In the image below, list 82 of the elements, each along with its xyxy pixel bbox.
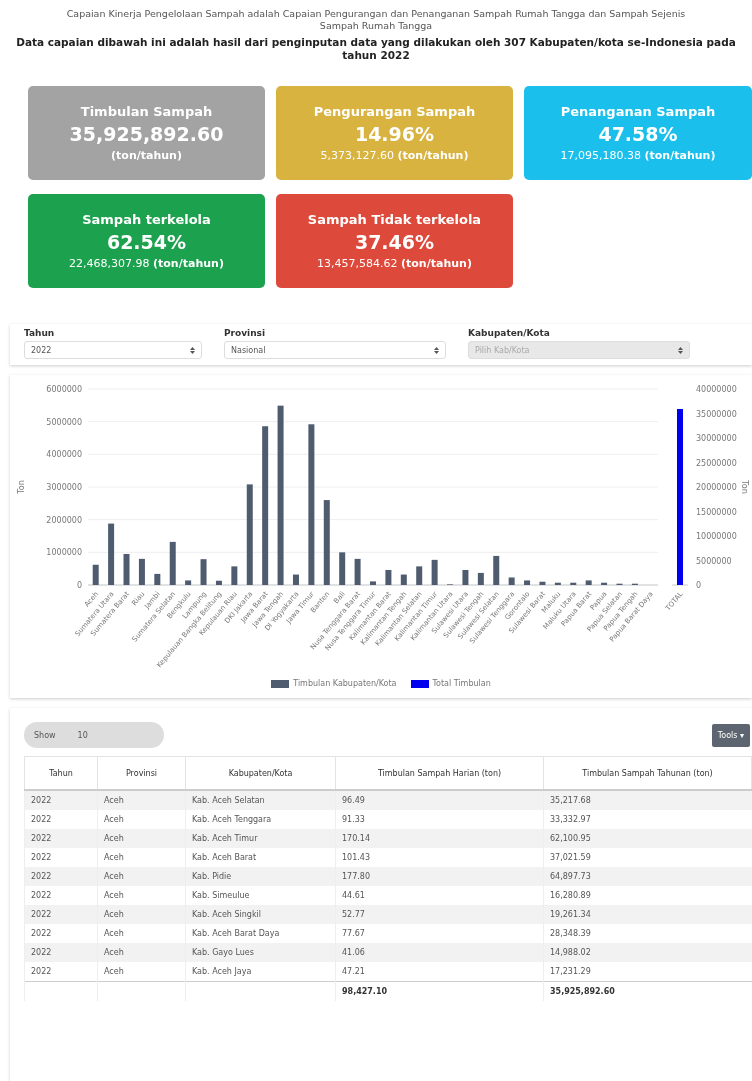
card-value: 62.54% <box>106 231 187 253</box>
bar <box>215 580 222 585</box>
total-cell: 98,427.10 <box>335 981 544 1001</box>
table-cell: 17,231.29 <box>543 962 752 982</box>
bar <box>370 581 376 585</box>
tools-button[interactable]: Tools ▾ <box>711 723 750 747</box>
legend-label: Timbulan Kabupaten/Kota <box>293 679 397 688</box>
bar <box>416 566 423 585</box>
axis-tick-label: 20000000 <box>696 483 737 492</box>
bar <box>92 564 99 585</box>
bar <box>385 569 392 585</box>
legend-label: Total Timbulan <box>432 679 491 688</box>
card-title: Sampah Tidak terkelola <box>307 212 482 227</box>
axis-tick-label: 30000000 <box>696 434 737 443</box>
axis-tick-label: 5000000 <box>46 417 82 427</box>
card-amount: 17,095,180.38 (ton/tahun) <box>560 149 716 162</box>
bar <box>108 523 115 585</box>
card-amount: 22,468,307.98 (ton/tahun) <box>69 257 224 270</box>
axis-tick-label: 10000000 <box>696 532 737 541</box>
page-size-select[interactable]: Show 10 <box>24 722 164 748</box>
table-cell: Kab. Aceh Jaya <box>185 962 336 982</box>
bar <box>524 580 531 585</box>
axis-title: Ton <box>740 480 749 494</box>
axis-tick-label: 35000000 <box>696 409 737 419</box>
select-field[interactable]: 2022 <box>24 341 202 359</box>
sort-icon <box>678 346 683 354</box>
sort-icon <box>434 346 439 354</box>
bar <box>400 574 407 585</box>
axis-tick-label: 4000000 <box>46 450 82 460</box>
bar <box>462 569 469 585</box>
bar <box>185 580 192 585</box>
filter-label: Kabupaten/Kota <box>468 328 551 338</box>
filter-label: Tahun <box>24 328 56 338</box>
card-value: 35,925,892.60 <box>69 123 224 145</box>
card-amount: 13,457,584.62 (ton/tahun) <box>317 257 472 270</box>
card-amount: (ton/tahun) <box>111 149 182 162</box>
axis-tick-label: 6000000 <box>46 385 82 394</box>
card-title: Timbulan Sampah <box>80 104 213 119</box>
bar <box>585 580 592 585</box>
bar <box>539 581 546 585</box>
bar <box>200 559 207 585</box>
total-cell: 35,925,892.60 <box>543 981 752 1001</box>
intro-text: Capaian Kinerja Pengelolaan Sampah adalah Capaian Pengurangan dan Penanganan Sampah Rumah Tangga dan Sampah Sejenis Sampah Rumah Tangga <box>65 8 687 32</box>
table-cell: 47.21 <box>335 962 544 982</box>
card-title: Penanganan Sampah <box>560 104 716 119</box>
bar <box>354 558 361 585</box>
axis-tick-label: 25000000 <box>696 458 737 468</box>
filter-label: Provinsi <box>224 328 267 338</box>
axis-tick-label: 0 <box>696 581 702 590</box>
bar <box>138 558 145 585</box>
bar <box>508 577 515 585</box>
card-value: 47.58% <box>598 123 678 145</box>
axis-tick-label: 1000000 <box>46 548 82 558</box>
bar <box>570 582 577 585</box>
card-title: Sampah terkelola <box>82 212 211 227</box>
axis-tick-label: 40000000 <box>696 385 737 394</box>
table-cell: Aceh <box>97 962 186 982</box>
bar <box>493 555 500 585</box>
bar <box>431 559 438 585</box>
data-note: Data capaian dibawah ini adalah hasil dari penginputan data yang dilakukan oleh 307 Kabupaten/kota se-Indonesia pada tahun 2022 <box>15 36 737 62</box>
axis-title: Ton <box>17 480 26 494</box>
axis-tick-label: 3000000 <box>46 483 82 492</box>
card-amount: 5,373,127.60 (ton/tahun) <box>320 149 469 162</box>
bar <box>154 573 161 585</box>
bar <box>601 582 608 585</box>
card-value: 14.96% <box>354 123 435 145</box>
card-value: 37.46% <box>354 231 435 253</box>
axis-tick-label: 15000000 <box>696 507 737 517</box>
bar <box>339 552 346 585</box>
axis-tick-label: 5000000 <box>696 556 732 566</box>
bar <box>123 553 130 585</box>
bar <box>477 572 484 585</box>
card-title: Pengurangan Sampah <box>313 104 476 119</box>
bar <box>169 541 176 585</box>
axis-tick-label: 0 <box>76 581 82 590</box>
sort-icon <box>190 346 195 354</box>
select-field[interactable]: Nasional <box>224 341 446 359</box>
bar <box>292 574 299 585</box>
axis-tick-label: 2000000 <box>46 515 82 525</box>
bar <box>554 582 561 585</box>
bar <box>231 566 238 585</box>
table-cell: 2022 <box>24 962 98 982</box>
